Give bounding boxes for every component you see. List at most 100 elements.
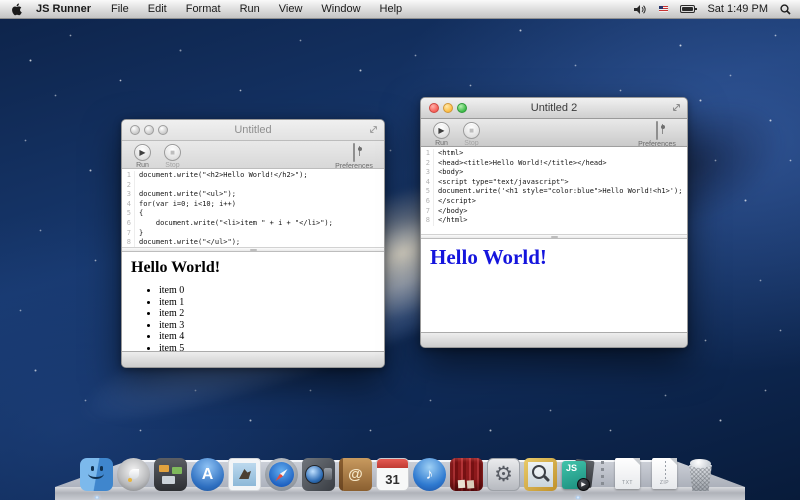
calendar-date: 31 xyxy=(377,468,408,490)
line-number: 7 xyxy=(122,229,135,239)
line-number: 8 xyxy=(122,238,135,247)
dock-item-finder[interactable] xyxy=(80,458,113,491)
code-line: { xyxy=(139,209,143,219)
resize-icon[interactable] xyxy=(369,125,378,134)
line-number: 4 xyxy=(421,178,434,188)
code-line: </body> xyxy=(438,207,468,217)
input-language-flag-icon[interactable] xyxy=(659,6,668,12)
stop-icon: ■ xyxy=(164,144,181,161)
code-line: <script type="text/javascript"> xyxy=(438,178,569,188)
volume-icon[interactable] xyxy=(634,4,647,15)
dock-item-preview[interactable] xyxy=(524,458,557,491)
dock-item-js-runner[interactable]: JS ▶ xyxy=(561,458,594,491)
dock-item-photo-booth[interactable] xyxy=(450,458,483,491)
dock-item-address-book[interactable]: @ xyxy=(339,458,372,491)
menu-clock[interactable]: Sat 1:49 PM xyxy=(707,3,768,15)
play-icon: ▶ xyxy=(433,122,450,139)
minimize-button[interactable] xyxy=(144,125,154,135)
title-bar[interactable]: Untitled xyxy=(122,120,384,141)
address-book-icon: @ xyxy=(339,458,372,491)
apple-menu[interactable] xyxy=(11,3,22,16)
menu-help[interactable]: Help xyxy=(380,3,403,15)
dock-item-mail[interactable] xyxy=(228,458,261,491)
code-line: document.write("<ul>"); xyxy=(139,190,236,200)
preview-magnifier-icon xyxy=(524,458,557,491)
zoom-button[interactable] xyxy=(158,125,168,135)
code-line: document.write("<h2>Hello World!</h2>"); xyxy=(139,171,308,181)
zipper-line xyxy=(665,461,667,479)
window-title: Untitled xyxy=(234,124,271,136)
stop-label: Stop xyxy=(458,140,485,147)
menu-format[interactable]: Format xyxy=(186,3,221,15)
running-indicator xyxy=(575,496,580,499)
line-number: 8 xyxy=(421,216,434,226)
menu-edit[interactable]: Edit xyxy=(148,3,167,15)
line-number: 2 xyxy=(421,159,434,169)
window-title: Untitled 2 xyxy=(531,102,577,114)
finder-icon xyxy=(80,458,113,491)
close-button[interactable] xyxy=(130,125,140,135)
magnifier-handle xyxy=(543,475,550,482)
dock: A @ 31 ♪ xyxy=(0,460,800,500)
preferences-button[interactable]: Preferences xyxy=(331,144,377,170)
dock-item-system-preferences[interactable]: ⚙ xyxy=(487,458,520,491)
code-line: </script> xyxy=(438,197,476,207)
window-untitled-2: Untitled 2 ▶ Run ■ Stop Preferences 1<ht… xyxy=(420,97,688,348)
dock-item-launchpad[interactable] xyxy=(117,458,150,491)
list-item: item 2 xyxy=(159,308,375,319)
stop-button[interactable]: ■ Stop xyxy=(159,144,186,169)
window-untitled: Untitled ▶ Run ■ Stop Preferences 1docum… xyxy=(121,119,385,368)
dock-item-app-store[interactable]: A xyxy=(191,458,224,491)
line-number: 5 xyxy=(421,187,434,197)
gear-glyph: ⚙ xyxy=(488,459,519,490)
code-editor[interactable]: 1<html> 2<head><title>Hello World!</titl… xyxy=(421,147,687,234)
dock-item-txt-file[interactable]: TXT xyxy=(611,458,644,491)
dock-item-ical[interactable]: 31 xyxy=(376,458,409,491)
running-indicator xyxy=(94,496,99,499)
menu-view[interactable]: View xyxy=(279,3,303,15)
list-item: item 0 xyxy=(159,285,375,296)
spotlight-icon[interactable] xyxy=(780,4,791,15)
js-card: JS ▶ xyxy=(562,461,586,489)
code-line: document.write("<li>item " + i + "</li>"… xyxy=(139,219,333,229)
dock-item-itunes[interactable]: ♪ xyxy=(413,458,446,491)
gear-icon: ⚙ xyxy=(487,458,520,491)
code-editor[interactable]: 1document.write("<h2>Hello World!</h2>")… xyxy=(122,169,384,247)
resize-icon[interactable] xyxy=(672,103,681,112)
apple-logo-icon xyxy=(11,3,22,16)
preferences-icon xyxy=(656,121,658,140)
title-bar[interactable]: Untitled 2 xyxy=(421,98,687,119)
txt-file-label: TXT xyxy=(615,480,640,486)
dock-item-trash[interactable] xyxy=(685,458,716,491)
zoom-button[interactable] xyxy=(457,103,467,113)
output-webview[interactable]: Hello World! item 0 item 1 item 2 item 3… xyxy=(122,252,384,353)
run-button[interactable]: ▶ Run xyxy=(428,122,455,147)
output-webview[interactable]: Hello World! xyxy=(421,239,687,334)
minimize-button[interactable] xyxy=(443,103,453,113)
list-item: item 3 xyxy=(159,320,375,331)
menu-run[interactable]: Run xyxy=(240,3,260,15)
line-number: 6 xyxy=(421,197,434,207)
app-store-letter: A xyxy=(191,458,224,491)
zip-file-icon: ZIP xyxy=(652,458,677,489)
stop-button[interactable]: ■ Stop xyxy=(458,122,485,147)
run-button[interactable]: ▶ Run xyxy=(129,144,156,169)
preferences-button[interactable]: Preferences xyxy=(634,122,680,148)
dock-item-safari[interactable] xyxy=(265,458,298,491)
dock-item-facetime[interactable] xyxy=(302,458,335,491)
output-heading: Hello World! xyxy=(430,246,678,269)
preferences-icon xyxy=(353,143,355,162)
menu-file[interactable]: File xyxy=(111,3,129,15)
launchpad-rocket-icon xyxy=(117,458,150,491)
dock-separator xyxy=(598,458,607,491)
facetime-camera-icon xyxy=(302,458,335,491)
toolbar: ▶ Run ■ Stop Preferences xyxy=(122,141,384,169)
stop-label: Stop xyxy=(159,162,186,169)
battery-icon[interactable] xyxy=(680,5,695,13)
dock-item-mission-control[interactable] xyxy=(154,458,187,491)
menu-app-name[interactable]: JS Runner xyxy=(36,3,91,15)
close-button[interactable] xyxy=(429,103,439,113)
menu-window[interactable]: Window xyxy=(321,3,360,15)
code-line: } xyxy=(139,229,143,239)
dock-item-zip-file[interactable]: ZIP xyxy=(648,458,681,491)
